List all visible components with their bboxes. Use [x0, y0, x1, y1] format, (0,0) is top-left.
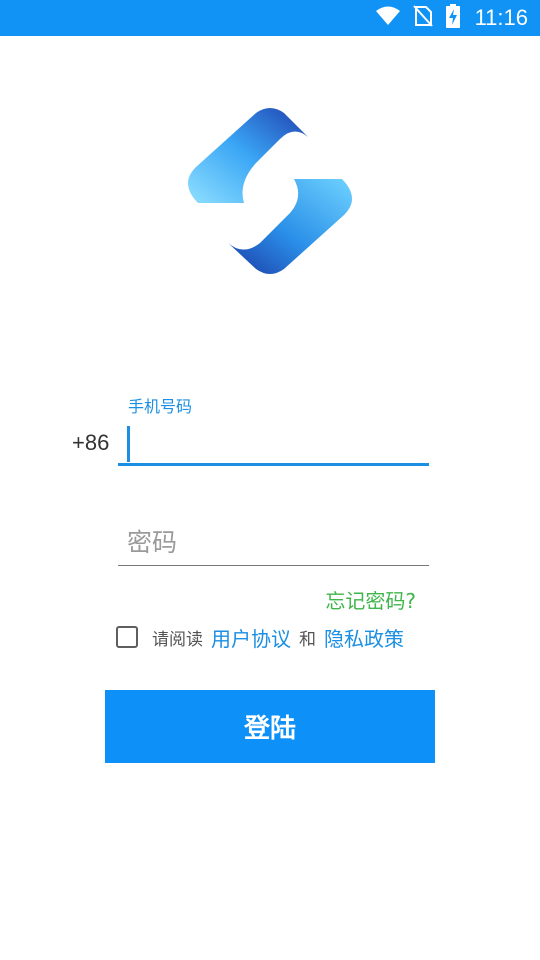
country-code: +86	[72, 430, 110, 455]
status-icons: 11:16	[375, 0, 528, 36]
login-button[interactable]: 登陆	[105, 690, 435, 763]
status-bar: 11:16	[0, 0, 540, 36]
app-logo	[186, 107, 354, 275]
password-placeholder: 密码	[127, 528, 178, 557]
clock-time: 11:16	[474, 5, 528, 30]
agreement-row: 请阅读 用户协议 和 隐私政策	[116, 622, 404, 652]
wifi-icon	[375, 5, 401, 31]
privacy-policy-link[interactable]: 隐私政策	[324, 623, 404, 652]
user-agreement-link[interactable]: 用户协议	[211, 623, 291, 652]
no-sim-icon	[412, 5, 433, 31]
phone-field-label: 手机号码	[128, 397, 193, 416]
agreement-and: 和	[299, 629, 316, 650]
agreement-checkbox[interactable]	[116, 626, 138, 648]
agreement-prefix: 请阅读	[152, 629, 203, 650]
phone-number-input[interactable]	[118, 422, 429, 466]
battery-charging-icon	[445, 4, 461, 32]
password-input[interactable]: 密码	[118, 518, 429, 566]
text-caret	[127, 426, 130, 462]
forgot-password-link[interactable]: 忘记密码?	[325, 585, 416, 614]
